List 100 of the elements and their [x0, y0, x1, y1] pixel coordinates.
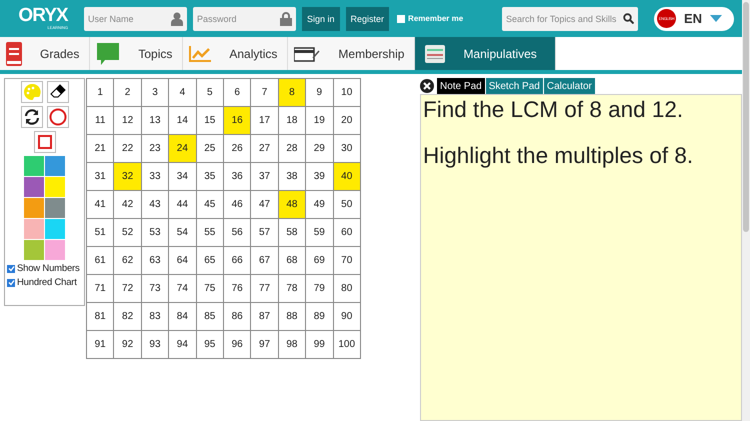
chart-cell[interactable]: 86: [224, 303, 252, 331]
chart-cell[interactable]: 99: [306, 331, 334, 359]
color-swatch[interactable]: [45, 240, 65, 260]
chart-cell[interactable]: 87: [251, 303, 279, 331]
nav-tab[interactable]: Manipulatives: [415, 37, 556, 70]
color-swatch[interactable]: [45, 156, 65, 176]
chart-cell[interactable]: 93: [142, 331, 170, 359]
chart-cell[interactable]: 75: [196, 275, 224, 303]
chart-cell[interactable]: 2: [114, 79, 142, 107]
nav-tab[interactable]: Membership: [288, 37, 416, 70]
chart-cell[interactable]: 46: [224, 191, 252, 219]
chart-cell[interactable]: 67: [251, 247, 279, 275]
chart-cell[interactable]: 1: [87, 79, 114, 107]
chart-cell[interactable]: 42: [114, 191, 142, 219]
chart-cell[interactable]: 90: [334, 303, 361, 331]
option-checkbox[interactable]: [7, 264, 15, 272]
chart-cell[interactable]: 76: [224, 275, 252, 303]
chart-cell[interactable]: 11: [87, 107, 114, 135]
chart-cell[interactable]: 60: [334, 219, 361, 247]
pad-tab[interactable]: Calculator: [544, 78, 595, 94]
chart-cell[interactable]: 8: [278, 79, 306, 107]
scrollbar[interactable]: [742, 0, 750, 421]
chart-cell[interactable]: 9: [306, 79, 334, 107]
chart-cell[interactable]: 94: [169, 331, 197, 359]
nav-tab[interactable]: Analytics: [183, 37, 288, 70]
chart-cell[interactable]: 49: [306, 191, 334, 219]
chart-cell[interactable]: 29: [306, 135, 334, 163]
pad-tab[interactable]: Sketch Pad: [486, 78, 543, 94]
chart-cell[interactable]: 21: [87, 135, 114, 163]
sign-in-button[interactable]: Sign in: [302, 6, 340, 30]
chart-cell[interactable]: 57: [251, 219, 279, 247]
color-swatch[interactable]: [24, 219, 44, 239]
color-swatch[interactable]: [45, 219, 65, 239]
chart-cell[interactable]: 72: [114, 275, 142, 303]
chart-cell[interactable]: 98: [278, 331, 306, 359]
eraser-button[interactable]: [46, 81, 68, 103]
chart-cell[interactable]: 96: [224, 331, 252, 359]
chart-cell[interactable]: 64: [169, 247, 197, 275]
chart-cell[interactable]: 61: [87, 247, 114, 275]
color-swatch[interactable]: [24, 177, 44, 197]
nav-tab[interactable]: Topics: [90, 37, 184, 70]
color-swatch[interactable]: [45, 177, 65, 197]
chart-cell[interactable]: 54: [169, 219, 197, 247]
chart-cell[interactable]: 40: [334, 163, 361, 191]
username-field[interactable]: User Name: [84, 6, 187, 30]
chart-cell[interactable]: 65: [196, 247, 224, 275]
chart-cell[interactable]: 88: [278, 303, 306, 331]
chart-cell[interactable]: 32: [114, 163, 142, 191]
chart-cell[interactable]: 95: [196, 331, 224, 359]
chart-cell[interactable]: 78: [278, 275, 306, 303]
chart-cell[interactable]: 92: [114, 331, 142, 359]
chart-cell[interactable]: 5: [196, 79, 224, 107]
chart-cell[interactable]: 74: [169, 275, 197, 303]
color-swatch[interactable]: [24, 198, 44, 218]
chart-cell[interactable]: 59: [306, 219, 334, 247]
chart-cell[interactable]: 3: [142, 79, 170, 107]
chart-cell[interactable]: 41: [87, 191, 114, 219]
chart-cell[interactable]: 91: [87, 331, 114, 359]
color-swatch[interactable]: [45, 198, 65, 218]
chart-cell[interactable]: 12: [114, 107, 142, 135]
chart-cell[interactable]: 35: [196, 163, 224, 191]
chart-cell[interactable]: 51: [87, 219, 114, 247]
refresh-button[interactable]: [20, 106, 42, 128]
pad-tab[interactable]: Note Pad: [437, 78, 485, 94]
chart-cell[interactable]: 55: [196, 219, 224, 247]
chart-cell[interactable]: 100: [334, 331, 361, 359]
nav-tab[interactable]: Grades: [0, 37, 90, 70]
chart-cell[interactable]: 44: [169, 191, 197, 219]
close-icon[interactable]: [420, 79, 434, 93]
chart-cell[interactable]: 85: [196, 303, 224, 331]
chart-cell[interactable]: 77: [251, 275, 279, 303]
chart-cell[interactable]: 82: [114, 303, 142, 331]
chart-cell[interactable]: 79: [306, 275, 334, 303]
search-icon[interactable]: [623, 12, 634, 24]
chart-cell[interactable]: 80: [334, 275, 361, 303]
chart-cell[interactable]: 81: [87, 303, 114, 331]
chart-cell[interactable]: 27: [251, 135, 279, 163]
chart-cell[interactable]: 56: [224, 219, 252, 247]
chart-cell[interactable]: 33: [142, 163, 170, 191]
search-field[interactable]: Search for Topics and Skills: [502, 6, 638, 30]
chart-cell[interactable]: 69: [306, 247, 334, 275]
chart-cell[interactable]: 36: [224, 163, 252, 191]
chart-cell[interactable]: 83: [142, 303, 170, 331]
chart-cell[interactable]: 52: [114, 219, 142, 247]
chart-cell[interactable]: 48: [278, 191, 306, 219]
square-button[interactable]: [34, 131, 56, 153]
chart-cell[interactable]: 24: [169, 135, 197, 163]
chart-cell[interactable]: 43: [142, 191, 170, 219]
circle-button[interactable]: [46, 106, 68, 128]
chart-cell[interactable]: 28: [278, 135, 306, 163]
chart-cell[interactable]: 25: [196, 135, 224, 163]
chart-cell[interactable]: 53: [142, 219, 170, 247]
note-area[interactable]: Find the LCM of 8 and 12. Highlight the multiples of 8.: [420, 94, 742, 421]
chart-cell[interactable]: 13: [142, 107, 170, 135]
chart-cell[interactable]: 37: [251, 163, 279, 191]
chart-cell[interactable]: 26: [224, 135, 252, 163]
color-swatch[interactable]: [24, 240, 44, 260]
password-field[interactable]: Password: [193, 6, 296, 30]
chart-cell[interactable]: 45: [196, 191, 224, 219]
chart-cell[interactable]: 17: [251, 107, 279, 135]
